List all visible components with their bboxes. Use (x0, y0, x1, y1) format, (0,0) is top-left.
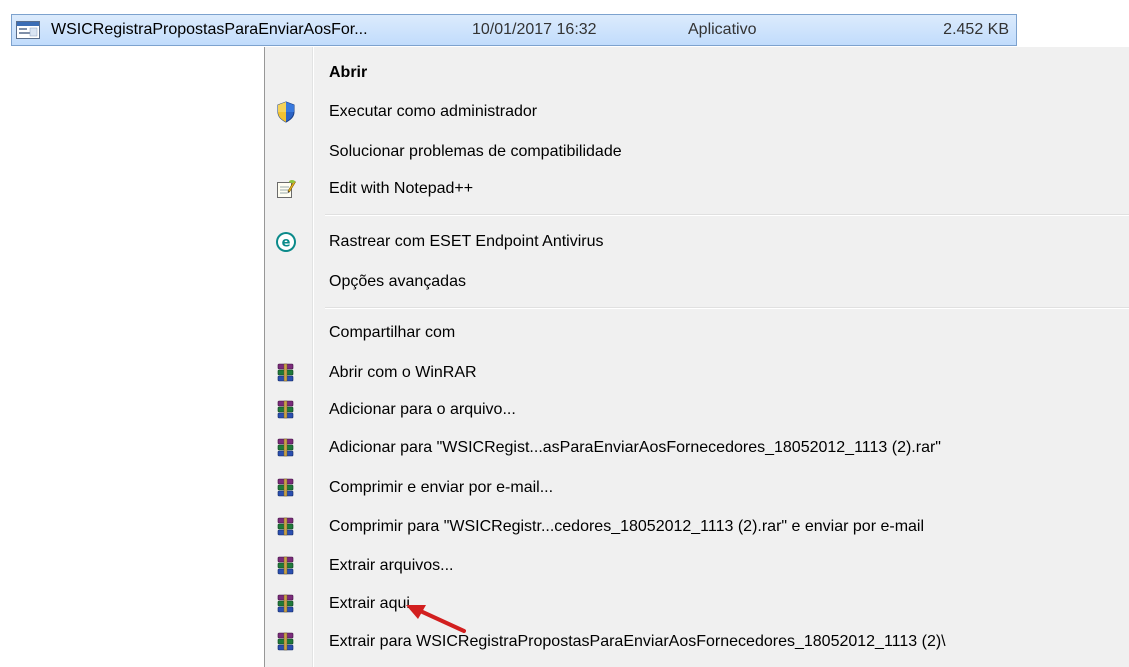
menu-separator (325, 307, 1129, 309)
winrar-icon (275, 477, 297, 499)
notepad-plus-plus-icon (275, 178, 297, 200)
menu-item-share-with[interactable]: Compartilhar com (267, 316, 1129, 350)
selected-file-row[interactable]: WSICRegistraPropostasParaEnviarAosFor...… (11, 14, 1017, 46)
menu-item-label: Executar como administrador (329, 103, 538, 120)
menu-item-eset-scan[interactable]: e Rastrear com ESET Endpoint Antivirus (267, 225, 1129, 259)
menu-item-label: Compartilhar com (329, 324, 456, 341)
menu-item-label: Edit with Notepad++ (329, 180, 474, 197)
file-type: Aplicativo (688, 21, 757, 38)
menu-item-extract-here[interactable]: Extrair aqui (267, 587, 1129, 621)
menu-item-add-to-archive[interactable]: Adicionar para o arquivo... (267, 393, 1129, 427)
menu-item-extract-files[interactable]: Extrair arquivos... (267, 549, 1129, 583)
menu-item-add-to-named-rar[interactable]: Adicionar para "WSICRegist...asParaEnvia… (267, 431, 1129, 465)
menu-item-abrir[interactable]: Abrir (267, 56, 1129, 90)
winrar-icon (275, 593, 297, 615)
menu-item-label: Abrir com o WinRAR (329, 364, 477, 381)
file-date: 10/01/2017 16:32 (472, 21, 597, 38)
menu-item-compress-email[interactable]: Comprimir e enviar por e-mail... (267, 471, 1129, 505)
menu-item-notepad-plus-plus[interactable]: Edit with Notepad++ (267, 172, 1129, 206)
menu-item-run-as-admin[interactable]: Executar como administrador (267, 95, 1129, 129)
menu-item-label: Rastrear com ESET Endpoint Antivirus (329, 233, 604, 250)
winrar-icon (275, 362, 297, 384)
file-size: 2.452 KB (943, 21, 1009, 38)
menu-item-compress-named-email[interactable]: Comprimir para "WSICRegistr...cedores_18… (267, 510, 1129, 544)
menu-item-label: Adicionar para "WSICRegist...asParaEnvia… (329, 439, 941, 456)
svg-text:e: e (282, 236, 291, 251)
menu-item-label: Comprimir e enviar por e-mail... (329, 479, 554, 496)
menu-item-compatibility[interactable]: Solucionar problemas de compatibilidade (267, 135, 1129, 169)
menu-item-label: Extrair aqui (329, 595, 410, 612)
application-window-icon (16, 21, 40, 39)
menu-separator (325, 214, 1129, 216)
menu-item-label: Adicionar para o arquivo... (329, 401, 516, 418)
winrar-icon (275, 437, 297, 459)
menu-item-open-winrar[interactable]: Abrir com o WinRAR (267, 356, 1129, 390)
menu-item-label: Extrair para WSICRegistraPropostasParaEn… (329, 633, 946, 650)
menu-item-label: Solucionar problemas de compatibilidade (329, 143, 622, 160)
eset-icon: e (275, 231, 297, 253)
red-arrow-icon (406, 605, 466, 633)
menu-item-label: Abrir (329, 64, 368, 81)
menu-item-label: Comprimir para "WSICRegistr...cedores_18… (329, 518, 925, 535)
file-name: WSICRegistraPropostasParaEnviarAosFor... (51, 21, 368, 38)
menu-item-extract-to-folder[interactable]: Extrair para WSICRegistraPropostasParaEn… (267, 625, 1129, 659)
winrar-icon (275, 631, 297, 653)
winrar-icon (275, 399, 297, 421)
context-menu: Abrir Executar como administrador Soluci… (264, 47, 1129, 667)
menu-item-label: Opções avançadas (329, 273, 466, 290)
uac-shield-icon (275, 101, 297, 123)
winrar-icon (275, 555, 297, 577)
menu-item-label: Extrair arquivos... (329, 557, 454, 574)
menu-item-advanced-options[interactable]: Opções avançadas (267, 265, 1129, 299)
winrar-icon (275, 516, 297, 538)
